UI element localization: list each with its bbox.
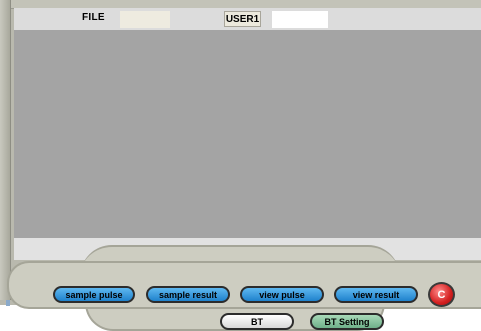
bt-button[interactable]: BT [220, 313, 294, 330]
display-area [14, 30, 481, 238]
user-field[interactable] [272, 11, 328, 28]
sample-result-button[interactable]: sample result [146, 286, 230, 303]
c-button[interactable]: C [428, 282, 455, 307]
bt-setting-button[interactable]: BT Setting [310, 313, 384, 330]
control-console: sample pulse sample result view pulse vi… [0, 245, 481, 331]
screen: FILE USER1 [14, 8, 481, 260]
file-field[interactable] [120, 11, 170, 28]
file-label: FILE [82, 12, 105, 23]
header-bar: FILE USER1 [14, 8, 481, 30]
view-pulse-button[interactable]: view pulse [240, 286, 324, 303]
sample-pulse-button[interactable]: sample pulse [53, 286, 135, 303]
user-label: USER1 [224, 11, 261, 27]
view-result-button[interactable]: view result [334, 286, 418, 303]
